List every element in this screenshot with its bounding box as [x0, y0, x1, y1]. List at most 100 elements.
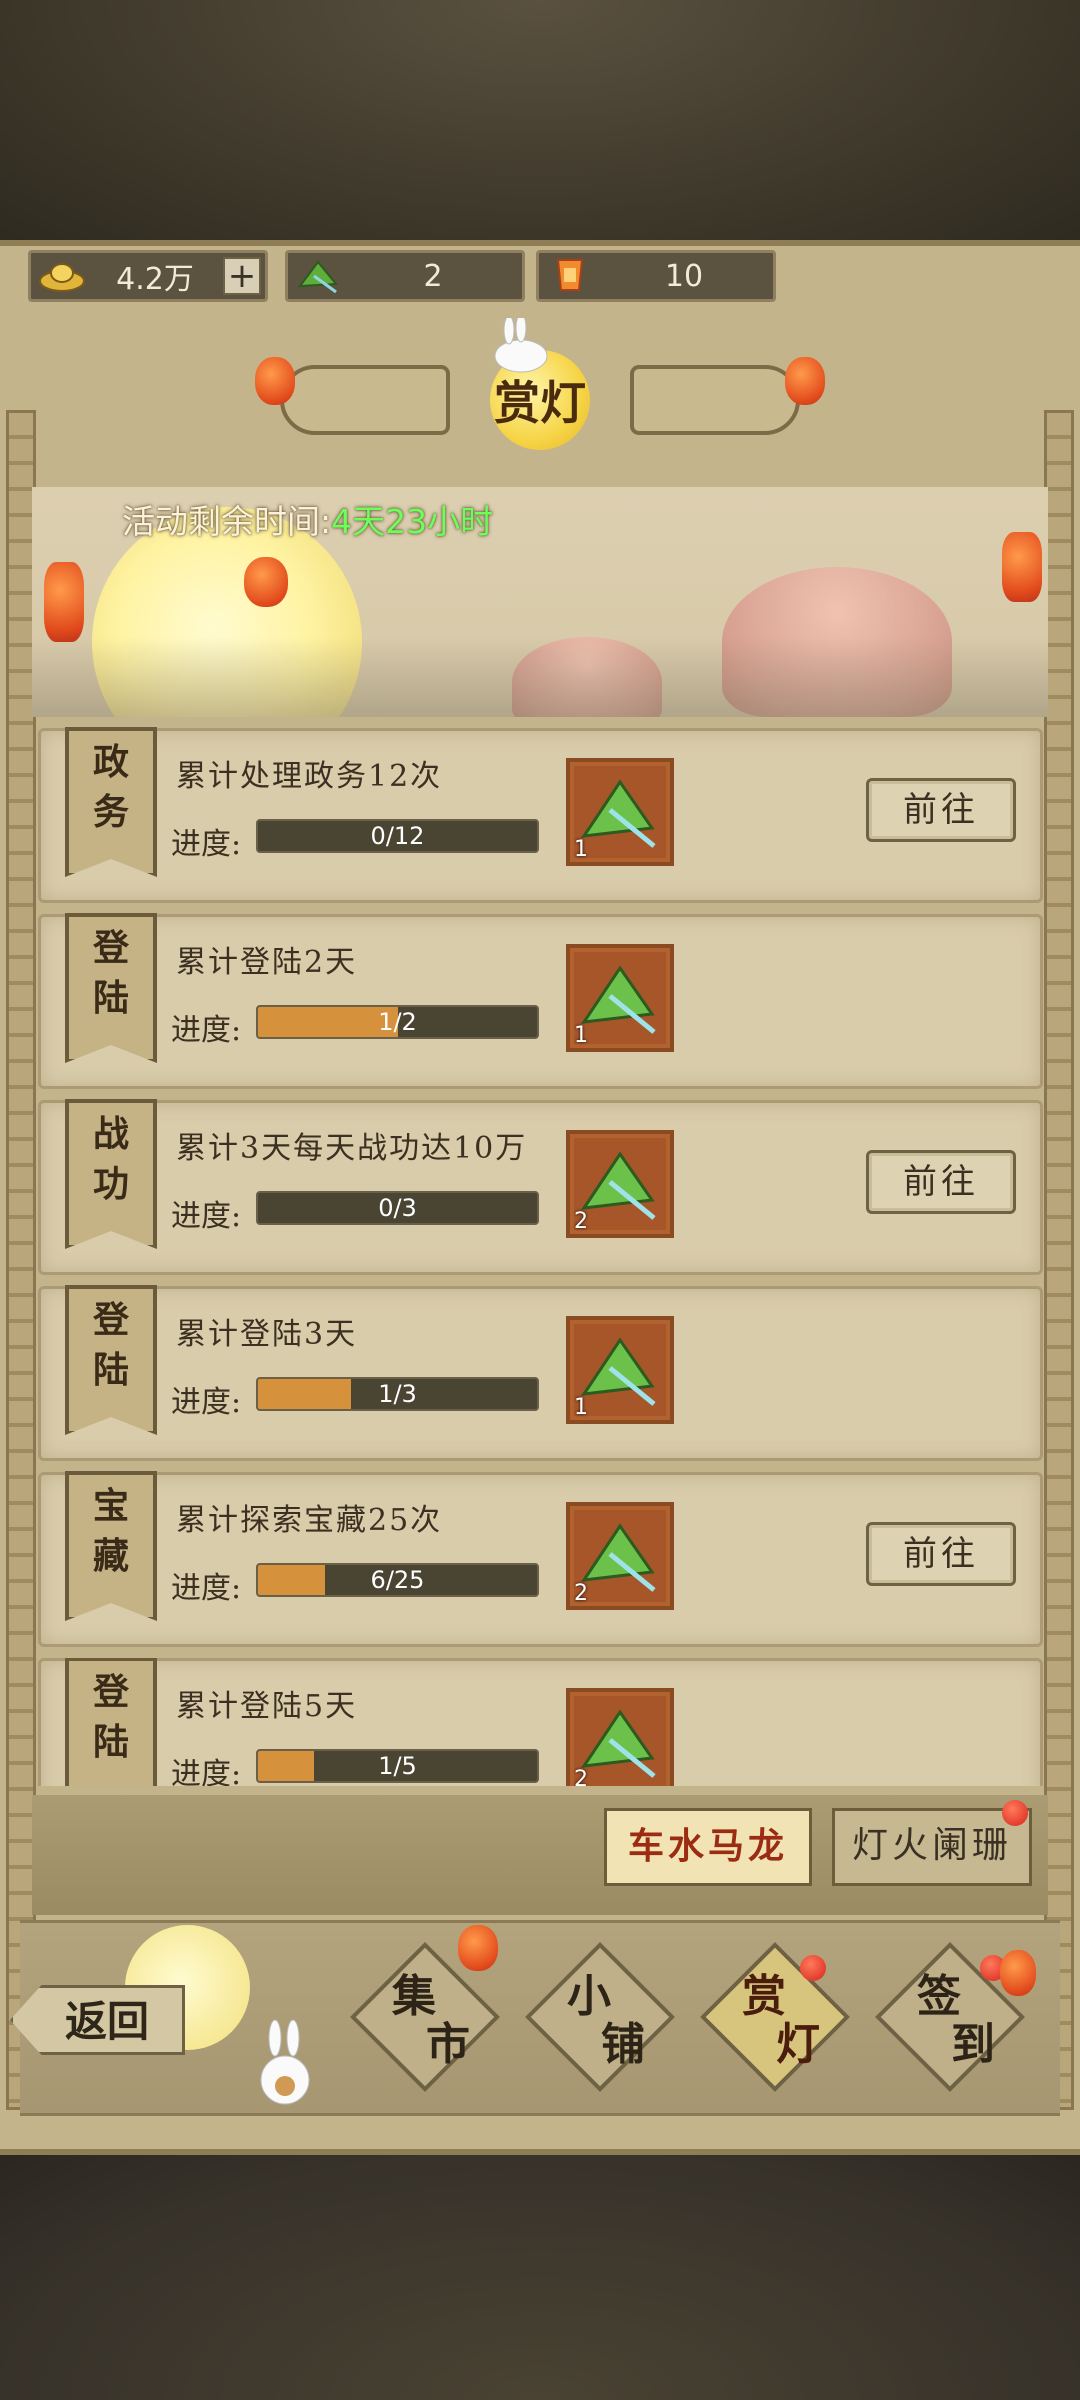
- back-label: 返回: [65, 1997, 150, 2046]
- mountain-silhouette: [32, 637, 1048, 717]
- task-tag: 登陆: [67, 1667, 155, 1767]
- progress-label: 进度:: [171, 1013, 242, 1048]
- progress-bar: 1/5: [256, 1749, 539, 1783]
- gold-currency: 4.2万 +: [28, 250, 268, 302]
- tag-char: 陆: [92, 1349, 129, 1391]
- add-gold-button[interactable]: +: [223, 257, 261, 295]
- red-lantern-icon: [1000, 1950, 1036, 1996]
- task-title: 累计登陆3天: [176, 1317, 358, 1352]
- task-title: 累计探索宝藏25次: [176, 1503, 443, 1538]
- task-row: 战功 累计3天每天战功达10万 进度: 0/3 2 前往: [38, 1099, 1043, 1275]
- zongzi-currency: 2: [285, 250, 525, 302]
- lantern-value: 10: [664, 258, 704, 294]
- tab-chexuimalong[interactable]: 车水马龙: [604, 1808, 812, 1886]
- reward-slot[interactable]: 1: [566, 944, 674, 1052]
- timer-label: 活动剩余时间:: [122, 502, 332, 541]
- notification-dot: [1002, 1800, 1028, 1826]
- task-title: 累计处理政务12次: [176, 759, 443, 794]
- sky-lantern-icon: [244, 557, 288, 607]
- rabbit-icon: [260, 2019, 310, 2105]
- sky-lantern-icon: [545, 255, 595, 297]
- lantern-currency: 10: [536, 250, 776, 302]
- zongzi-icon: [294, 255, 344, 297]
- task-title: 累计3天每天战功达10万: [176, 1131, 528, 1166]
- tag-char: 务: [92, 791, 129, 833]
- timer-value: 4天23小时: [331, 502, 494, 541]
- event-timer: 活动剩余时间:4天23小时: [122, 495, 493, 543]
- task-tag: 战功: [67, 1109, 155, 1209]
- event-banner: 活动剩余时间:4天23小时: [32, 487, 1048, 717]
- progress-text: 1/2: [378, 1008, 417, 1036]
- progress-text: 6/25: [370, 1566, 425, 1594]
- tag-char: 政: [92, 741, 129, 783]
- notification-dot: [800, 1955, 826, 1981]
- red-lantern-icon: [1002, 532, 1042, 602]
- go-button[interactable]: 前往: [866, 1150, 1016, 1214]
- task-row: 政务 累计处理政务12次 进度: 0/12 1 前往: [38, 727, 1043, 903]
- progress-label: 进度:: [171, 1571, 242, 1606]
- task-tag: 登陆: [67, 1295, 155, 1395]
- reward-count: 2: [574, 1209, 588, 1234]
- go-button[interactable]: 前往: [866, 778, 1016, 842]
- page-title: 赏灯: [494, 376, 586, 430]
- reward-slot[interactable]: 1: [566, 758, 674, 866]
- progress-bar: 1/3: [256, 1377, 539, 1411]
- gold-value: 4.2万: [116, 262, 194, 297]
- reward-slot[interactable]: 2: [566, 1130, 674, 1238]
- tag-char: 陆: [92, 977, 129, 1019]
- tag-char: 陆: [92, 1721, 129, 1763]
- title-scroll-left: [280, 365, 450, 435]
- progress-bar: 6/25: [256, 1563, 539, 1597]
- task-tag: 政务: [67, 737, 155, 837]
- right-ornament-border: [1044, 410, 1074, 2110]
- go-button[interactable]: 前往: [866, 1522, 1016, 1586]
- reward-count: 1: [574, 837, 588, 862]
- reward-count: 2: [574, 1767, 588, 1786]
- task-row: 宝藏 累计探索宝藏25次 进度: 6/25 2 前往: [38, 1471, 1043, 1647]
- progress-label: 进度:: [171, 1199, 242, 1234]
- tag-char: 藏: [92, 1535, 129, 1577]
- nav-lantern[interactable]: 赏 灯: [700, 1942, 850, 2092]
- top-background: [0, 0, 1080, 245]
- red-lantern-icon: [785, 357, 825, 405]
- progress-bar: 0/12: [256, 819, 539, 853]
- task-row: 登陆 累计登陆3天 进度: 1/3 1: [38, 1285, 1043, 1461]
- title-scroll-right: [630, 365, 800, 435]
- tag-char: 登: [92, 1671, 129, 1713]
- progress-text: 0/3: [378, 1194, 417, 1222]
- progress-label: 进度:: [171, 1385, 242, 1420]
- nav-shop[interactable]: 小 铺: [525, 1942, 675, 2092]
- progress-text: 1/3: [378, 1380, 417, 1408]
- rabbit-icon: [494, 318, 548, 373]
- task-row: 登陆 累计登陆2天 进度: 1/2 1: [38, 913, 1043, 1089]
- progress-text: 1/5: [378, 1752, 417, 1780]
- reward-slot[interactable]: 2: [566, 1502, 674, 1610]
- task-tag: 宝藏: [67, 1481, 155, 1581]
- tag-char: 战: [92, 1113, 129, 1155]
- task-row: 登陆 累计登陆5天 进度: 1/5 2: [38, 1658, 1043, 1786]
- reward-slot[interactable]: 2: [566, 1688, 674, 1786]
- task-title: 累计登陆5天: [176, 1689, 358, 1724]
- reward-count: 1: [574, 1023, 588, 1048]
- gold-ingot-icon: [37, 255, 87, 297]
- red-lantern-icon: [255, 357, 295, 405]
- progress-text: 0/12: [370, 822, 425, 850]
- reward-slot[interactable]: 1: [566, 1316, 674, 1424]
- progress-bar: 0/3: [256, 1191, 539, 1225]
- progress-label: 进度:: [171, 827, 242, 862]
- progress-label: 进度:: [171, 1757, 242, 1786]
- zongzi-value: 2: [423, 258, 443, 294]
- bottom-background: [0, 2150, 1080, 2400]
- task-row-clip: 登陆 累计登陆5天 进度: 1/5 2: [38, 1658, 1043, 1786]
- tag-char: 功: [92, 1163, 129, 1205]
- tag-char: 登: [92, 1299, 129, 1341]
- tag-char: 宝: [92, 1485, 129, 1527]
- task-title: 累计登陆2天: [176, 945, 358, 980]
- task-tag: 登陆: [67, 923, 155, 1023]
- reward-count: 2: [574, 1581, 588, 1606]
- sky-lantern-icon: [458, 1925, 498, 1971]
- tag-char: 登: [92, 927, 129, 969]
- red-lantern-icon: [44, 562, 84, 642]
- reward-count: 1: [574, 1395, 588, 1420]
- tab-denghuolanshan[interactable]: 灯火阑珊: [832, 1808, 1032, 1886]
